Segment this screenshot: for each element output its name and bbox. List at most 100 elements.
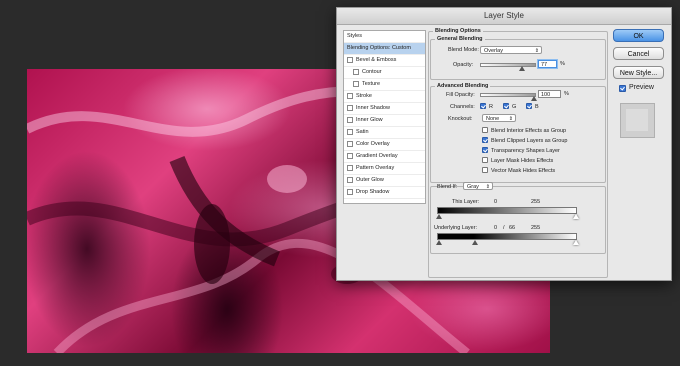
style-checkbox[interactable] — [347, 140, 353, 147]
style-checkbox[interactable] — [347, 188, 353, 195]
style-checkbox[interactable] — [347, 104, 353, 111]
blend-clipped-layers-checkbox[interactable] — [482, 137, 488, 143]
style-checkbox[interactable] — [353, 68, 359, 75]
underlying-layer-black-slider-right[interactable] — [472, 240, 478, 245]
fill-opacity-slider[interactable] — [480, 93, 536, 97]
styles-item-label: Gradient Overlay — [356, 153, 398, 159]
channel-r-checkbox[interactable] — [480, 103, 486, 109]
styles-item-label: Pattern Overlay — [356, 165, 395, 171]
styles-item-inner-shadow[interactable]: Inner Shadow — [344, 103, 425, 115]
transparency-shapes-checkbox[interactable] — [482, 147, 488, 153]
ok-button[interactable]: OK — [613, 29, 664, 42]
knockout-select[interactable]: None ⇕ — [482, 114, 516, 122]
underlying-layer-gradient — [437, 233, 577, 240]
opacity-slider-thumb[interactable] — [518, 66, 525, 71]
channel-r-label: R — [489, 104, 493, 110]
layer-mask-hides-label: Layer Mask Hides Effects — [491, 158, 554, 164]
channels-label: Channels: — [450, 104, 475, 110]
advanced-blending-title: Advanced Blending — [437, 83, 489, 89]
blend-mode-value: Overlay — [484, 48, 503, 54]
styles-item-color-overlay[interactable]: Color Overlay — [344, 139, 425, 151]
cancel-button[interactable]: Cancel — [613, 47, 664, 60]
this-layer-high: 255 — [531, 199, 541, 205]
styles-item-label: Drop Shadow — [356, 189, 390, 195]
style-checkbox[interactable] — [347, 116, 353, 123]
layer-style-dialog: Layer Style Styles Blending Options: Cus… — [336, 7, 672, 281]
styles-item-label: Bevel & Emboss — [356, 57, 397, 63]
style-checkbox[interactable] — [353, 80, 359, 87]
blend-mode-select[interactable]: Overlay ⇕ — [480, 46, 542, 54]
chevron-updown-icon: ⇕ — [485, 184, 490, 190]
styles-item-label: Stroke — [356, 93, 372, 99]
blend-interior-effects-checkbox[interactable] — [482, 127, 488, 133]
fill-opacity-label: Fill Opacity: — [446, 92, 475, 98]
general-blending-title: General Blending — [437, 36, 483, 42]
opacity-input[interactable]: 77 — [538, 60, 557, 68]
styles-item-satin[interactable]: Satin — [344, 127, 425, 139]
fill-opacity-unit: % — [564, 91, 569, 97]
channel-b-label: B — [535, 104, 539, 110]
preview-checkbox[interactable] — [619, 85, 626, 92]
styles-item-label: Contour — [362, 69, 382, 75]
style-checkbox[interactable] — [347, 152, 353, 159]
styles-item-label: Inner Glow — [356, 117, 383, 123]
chevron-updown-icon: ⇕ — [508, 116, 513, 122]
blend-mode-label: Blend Mode: — [448, 47, 479, 53]
styles-item-label: Texture — [362, 81, 381, 87]
styles-item-bevel-emboss[interactable]: Bevel & Emboss — [344, 55, 425, 67]
blend-if-group — [430, 186, 606, 254]
opacity-unit: % — [560, 61, 565, 67]
styles-item-label: Satin — [356, 129, 369, 135]
styles-item-contour[interactable]: Contour — [344, 67, 425, 79]
blending-options-title: Blending Options — [435, 28, 481, 34]
this-layer-gradient — [437, 207, 577, 214]
styles-item-pattern-overlay[interactable]: Pattern Overlay — [344, 163, 425, 175]
transparency-shapes-label: Transparency Shapes Layer — [491, 148, 560, 154]
underlying-layer-low: 0 — [494, 225, 498, 231]
blend-clipped-layers-label: Blend Clipped Layers as Group — [491, 138, 568, 144]
dialog-title: Layer Style — [337, 8, 671, 25]
underlying-layer-sep: / — [503, 225, 505, 231]
fill-opacity-slider-thumb[interactable] — [531, 96, 537, 101]
underlying-layer-mid: 66 — [509, 225, 516, 231]
style-checkbox[interactable] — [347, 56, 353, 63]
preview-label: Preview — [629, 84, 654, 91]
styles-item-outer-glow[interactable]: Outer Glow — [344, 175, 425, 187]
channel-g-checkbox[interactable] — [503, 103, 509, 109]
blend-if-value: Gray — [467, 184, 479, 190]
layer-mask-hides-checkbox[interactable] — [482, 157, 488, 163]
general-blending-group: General Blending — [430, 36, 606, 80]
blend-if-select[interactable]: Gray ⇕ — [463, 182, 493, 190]
styles-item-label: Blending Options: Custom — [347, 45, 411, 51]
style-checkbox[interactable] — [347, 176, 353, 183]
blend-if-label: Blend If: — [437, 184, 458, 190]
styles-item-gradient-overlay[interactable]: Gradient Overlay — [344, 151, 425, 163]
opacity-label: Opacity: — [453, 62, 474, 68]
underlying-layer-label: Underlying Layer: — [434, 225, 478, 231]
underlying-layer-black-slider-left[interactable] — [436, 240, 442, 245]
styles-item-styles[interactable]: Styles — [344, 31, 425, 43]
opacity-slider[interactable] — [480, 63, 536, 67]
styles-item-label: Outer Glow — [356, 177, 384, 183]
styles-item-stroke[interactable]: Stroke — [344, 91, 425, 103]
styles-item-inner-glow[interactable]: Inner Glow — [344, 115, 425, 127]
this-layer-low: 0 — [494, 199, 498, 205]
channel-b-checkbox[interactable] — [526, 103, 532, 109]
underlying-layer-white-slider[interactable] — [573, 240, 579, 245]
styles-item-label: Styles — [347, 33, 362, 39]
new-style-button[interactable]: New Style... — [613, 66, 664, 79]
styles-item-blending-options[interactable]: Blending Options: Custom — [344, 43, 425, 55]
styles-item-drop-shadow[interactable]: Drop Shadow — [344, 187, 425, 199]
this-layer-black-slider[interactable] — [436, 214, 442, 219]
underlying-layer-high: 255 — [531, 225, 541, 231]
this-layer-white-slider[interactable] — [573, 214, 579, 219]
style-checkbox[interactable] — [347, 164, 353, 171]
style-checkbox[interactable] — [347, 128, 353, 135]
styles-item-texture[interactable]: Texture — [344, 79, 425, 91]
blend-interior-effects-label: Blend Interior Effects as Group — [491, 128, 567, 134]
styles-list: Styles Blending Options: Custom Bevel & … — [343, 30, 426, 204]
fill-opacity-input[interactable]: 100 — [538, 90, 561, 98]
vector-mask-hides-checkbox[interactable] — [482, 167, 488, 173]
style-checkbox[interactable] — [347, 92, 353, 99]
styles-item-label: Inner Shadow — [356, 105, 390, 111]
